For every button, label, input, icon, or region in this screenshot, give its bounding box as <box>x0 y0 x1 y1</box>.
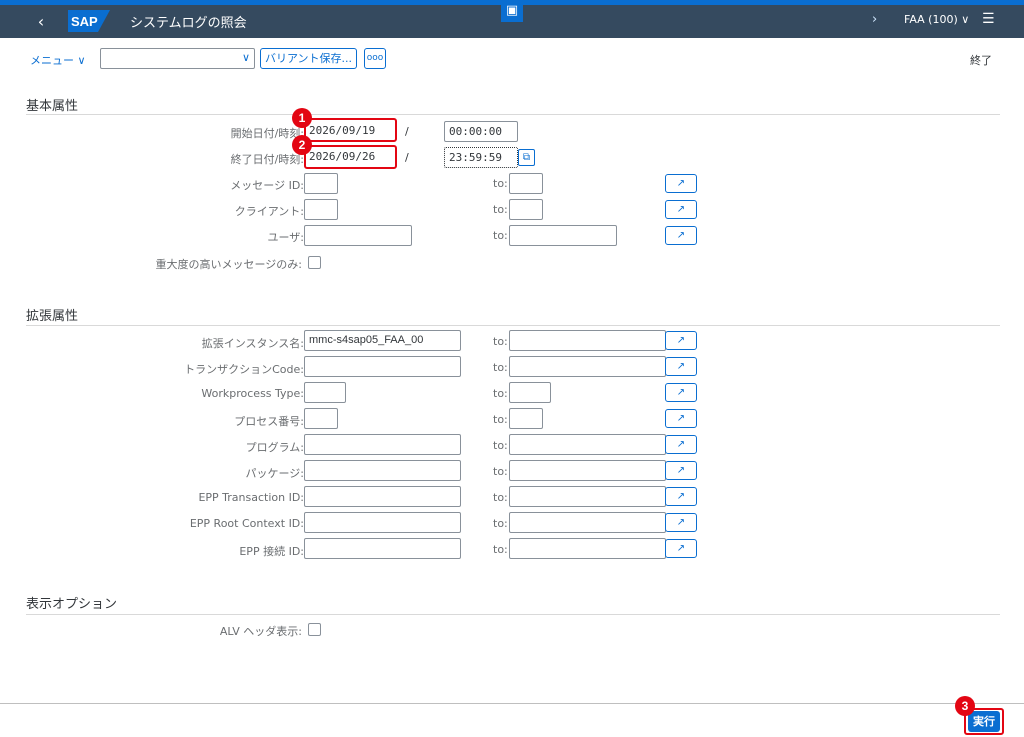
to-label: to: <box>493 517 508 530</box>
section-divider <box>26 614 1000 615</box>
wp-type-from-field[interactable] <box>304 382 346 403</box>
to-label: to: <box>493 177 508 190</box>
svg-text:SAP: SAP <box>71 14 98 29</box>
footer-divider <box>0 703 1024 704</box>
section-title-extended: 拡張属性 <box>26 309 79 324</box>
client-to-field[interactable] <box>509 199 543 220</box>
execute-button[interactable]: 実行 <box>968 711 1000 732</box>
package-to-field[interactable] <box>509 460 666 481</box>
to-label: to: <box>493 229 508 242</box>
user-to-field[interactable] <box>509 225 617 246</box>
epp-conn-label: EPP 接続 ID: <box>239 545 304 558</box>
annotation-badge-1: 1 <box>292 108 312 128</box>
instance-label: 拡張インスタンス名: <box>201 337 304 350</box>
to-label: to: <box>493 439 508 452</box>
to-label: to: <box>493 361 508 374</box>
multiple-selection-icon[interactable]: ↗ <box>665 200 697 219</box>
epp-root-to-field[interactable] <box>509 512 666 533</box>
severity-label: 重大度の高いメッセージのみ: <box>155 258 303 271</box>
save-variant-button[interactable]: バリアント保存... <box>260 48 358 69</box>
multiple-selection-icon[interactable]: ↗ <box>665 539 697 558</box>
end-datetime-label: 終了日付/時刻: <box>230 153 304 166</box>
epp-tx-from-field[interactable] <box>304 486 461 507</box>
tcode-label: トランザクションCode: <box>184 363 304 376</box>
start-time-field[interactable]: 00:00:00 <box>444 121 518 142</box>
epp-tx-label: EPP Transaction ID: <box>198 491 304 504</box>
epp-root-label: EPP Root Context ID: <box>189 517 304 530</box>
multiple-selection-icon[interactable]: ↗ <box>665 435 697 454</box>
value-help-icon[interactable]: ⧉ <box>518 149 535 166</box>
program-label: プログラム: <box>245 441 304 454</box>
package-label: パッケージ: <box>245 467 305 480</box>
variant-select[interactable]: ∨ <box>100 48 255 69</box>
process-no-from-field[interactable] <box>304 408 338 429</box>
section-divider <box>26 325 1000 326</box>
process-no-label: プロセス番号: <box>234 415 304 428</box>
instance-from-field[interactable]: mmc-s4sap05_FAA_00 <box>304 330 461 351</box>
message-id-from-field[interactable] <box>304 173 338 194</box>
program-from-field[interactable] <box>304 434 461 455</box>
instance-to-field[interactable] <box>509 330 666 351</box>
app-title: システムログの照会 <box>130 16 247 31</box>
multiple-selection-icon[interactable]: ↗ <box>665 487 697 506</box>
settings-icon[interactable]: ☰ <box>982 11 995 27</box>
severity-checkbox[interactable] <box>308 256 321 269</box>
nav-chevron-icon[interactable]: › <box>872 12 877 27</box>
to-label: to: <box>493 491 508 504</box>
highlight-box-2 <box>304 145 397 169</box>
user-from-field[interactable] <box>304 225 412 246</box>
tcode-from-field[interactable] <box>304 356 461 377</box>
multiple-selection-icon[interactable]: ↗ <box>665 409 697 428</box>
tcode-to-field[interactable] <box>509 356 666 377</box>
to-label: to: <box>493 413 508 426</box>
epp-root-from-field[interactable] <box>304 512 461 533</box>
app-switch-icon[interactable]: ▣ <box>501 0 523 22</box>
process-no-to-field[interactable] <box>509 408 543 429</box>
to-label: to: <box>493 465 508 478</box>
to-label: to: <box>493 387 508 400</box>
client-selector[interactable]: FAA (100) ∨ <box>904 13 969 26</box>
end-time-field[interactable]: 23:59:59 <box>444 147 518 168</box>
section-divider <box>26 114 1000 115</box>
multiple-selection-icon[interactable]: ↗ <box>665 513 697 532</box>
to-label: to: <box>493 335 508 348</box>
client-label: クライアント: <box>234 205 304 218</box>
epp-conn-to-field[interactable] <box>509 538 666 559</box>
section-title-display: 表示オプション <box>26 597 118 612</box>
multiple-selection-icon[interactable]: ↗ <box>665 331 697 350</box>
multiple-selection-icon[interactable]: ↗ <box>665 174 697 193</box>
chevron-down-icon: ∨ <box>241 51 250 64</box>
annotation-badge-3: 3 <box>955 696 975 716</box>
date-time-separator: / <box>405 151 409 164</box>
multiple-selection-icon[interactable]: ↗ <box>665 383 697 402</box>
program-to-field[interactable] <box>509 434 666 455</box>
multiple-selection-icon[interactable]: ↗ <box>665 461 697 480</box>
menu-button[interactable]: メニュー ∨ <box>30 52 86 68</box>
more-options-button[interactable]: ooo <box>364 48 386 69</box>
to-label: to: <box>493 203 508 216</box>
highlight-box-1 <box>304 118 397 142</box>
message-id-to-field[interactable] <box>509 173 543 194</box>
multiple-selection-icon[interactable]: ↗ <box>665 226 697 245</box>
sap-logo: SAP <box>68 10 110 32</box>
wp-type-to-field[interactable] <box>509 382 551 403</box>
client-from-field[interactable] <box>304 199 338 220</box>
user-label: ユーザ: <box>267 231 305 244</box>
to-label: to: <box>493 543 508 556</box>
message-id-label: メッセージ ID: <box>230 179 304 192</box>
section-title-basic: 基本属性 <box>26 99 79 114</box>
epp-tx-to-field[interactable] <box>509 486 666 507</box>
alv-header-checkbox[interactable] <box>308 623 321 636</box>
annotation-badge-2: 2 <box>292 135 312 155</box>
alv-header-label: ALV ヘッダ表示: <box>219 625 302 638</box>
package-from-field[interactable] <box>304 460 461 481</box>
back-icon[interactable]: ‹ <box>30 11 52 33</box>
multiple-selection-icon[interactable]: ↗ <box>665 357 697 376</box>
exit-button[interactable]: 終了 <box>970 52 992 68</box>
date-time-separator: / <box>405 125 409 138</box>
wp-type-label: Workprocess Type: <box>201 387 304 400</box>
epp-conn-from-field[interactable] <box>304 538 461 559</box>
